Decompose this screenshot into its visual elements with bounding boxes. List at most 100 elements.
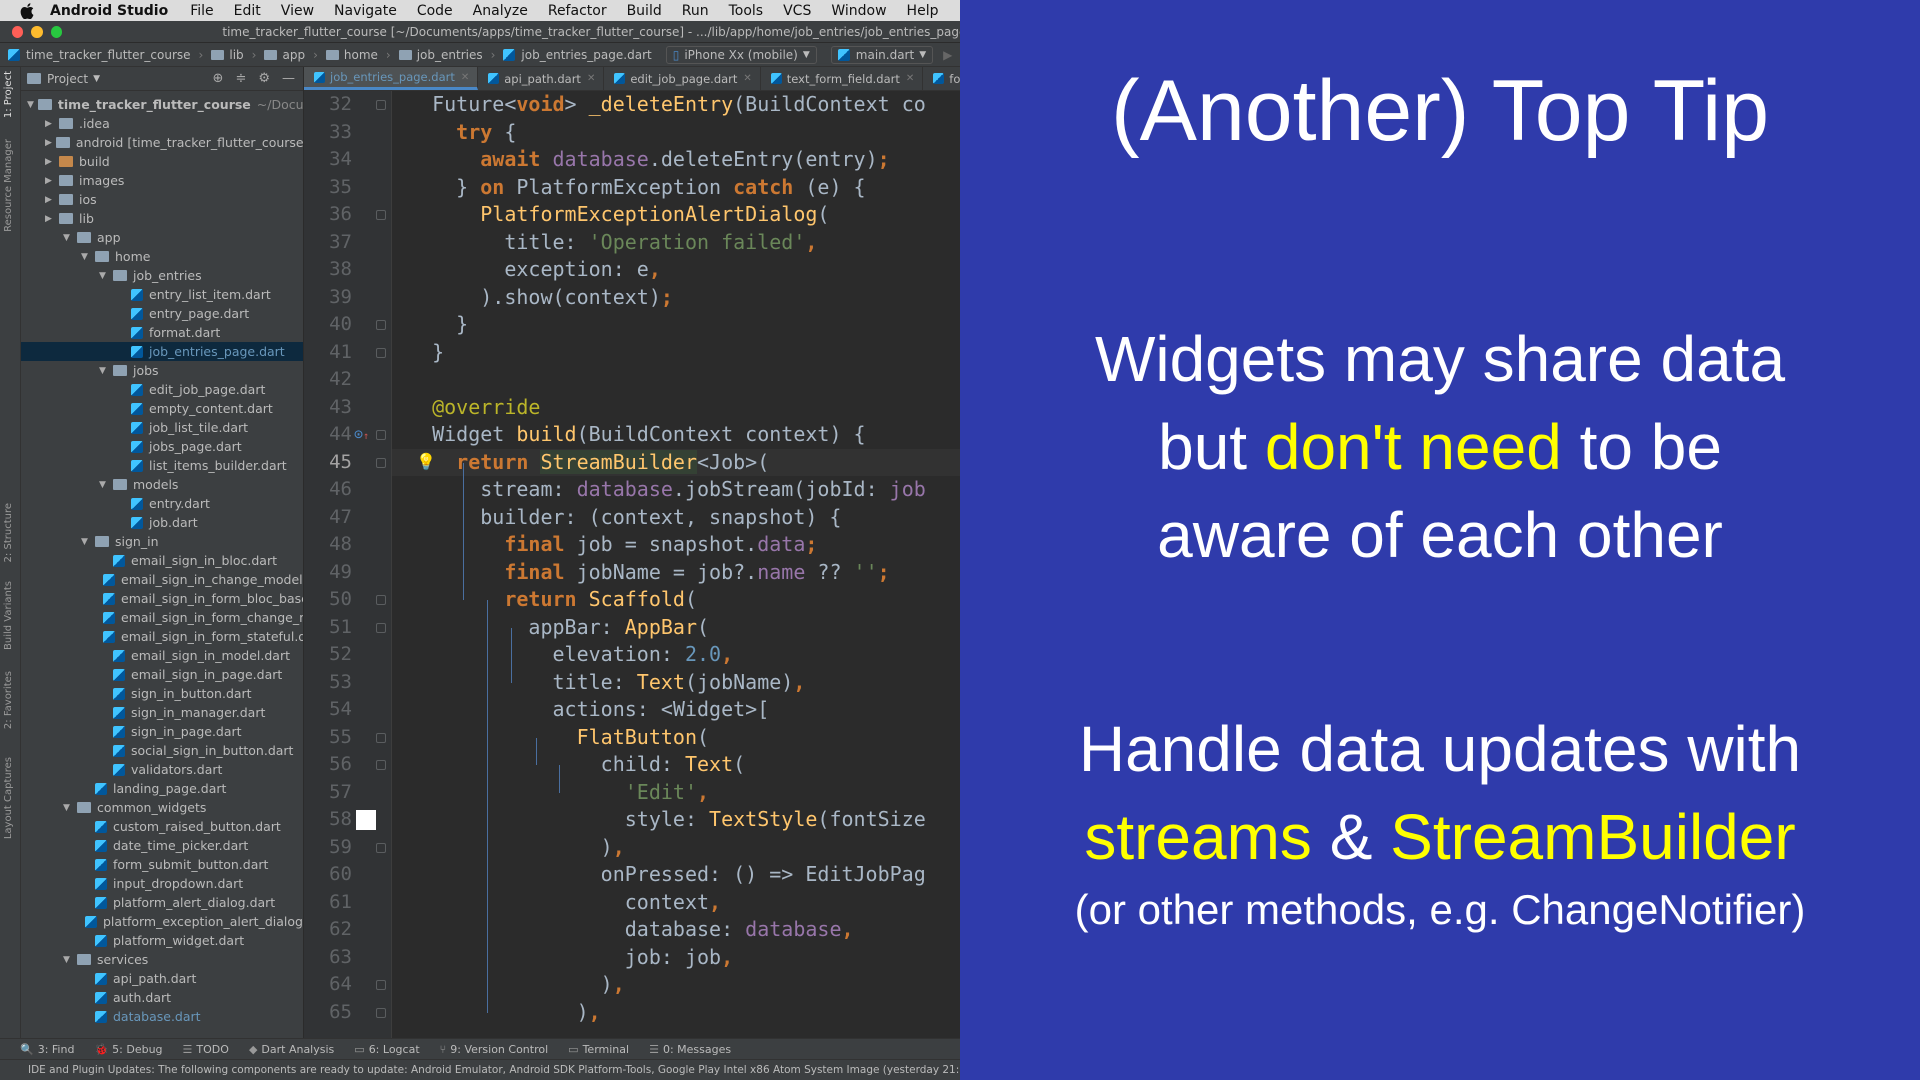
menu-view[interactable]: View <box>281 3 314 19</box>
locate-icon[interactable]: ⊕ <box>213 71 224 86</box>
editor-tab[interactable]: api_path.dart ✕ <box>478 67 605 90</box>
tool-window-button[interactable]: 🔍 3: Find <box>20 1043 74 1056</box>
file-item[interactable]: platform_exception_alert_dialog.dar <box>21 912 303 931</box>
file-item[interactable]: date_time_picker.dart <box>21 836 303 855</box>
folder-item[interactable]: ▶ lib <box>21 209 303 228</box>
fold-marker-icon[interactable] <box>376 320 386 330</box>
folder-item[interactable]: ▼ job_entries <box>21 266 303 285</box>
expand-arrow-icon[interactable]: ▼ <box>99 271 109 281</box>
folder-item[interactable]: ▶ images <box>21 171 303 190</box>
close-tab-icon[interactable]: ✕ <box>461 72 469 83</box>
file-item[interactable]: entry.dart <box>21 494 303 513</box>
folder-item[interactable]: ▶ build <box>21 152 303 171</box>
fold-marker-icon[interactable] <box>376 842 386 853</box>
folder-item[interactable]: ▶ android [time_tracker_flutter_course_a <box>21 133 303 152</box>
device-selector[interactable]: ▯ iPhone Xx (mobile) ▼ <box>665 45 817 64</box>
file-item[interactable]: email_sign_in_form_change_notif <box>21 608 303 627</box>
menu-code[interactable]: Code <box>417 3 453 19</box>
zoom-window-button[interactable] <box>50 25 63 38</box>
file-item[interactable]: email_sign_in_change_model.dart <box>21 570 303 589</box>
tool-tab-layout-captures[interactable]: Layout Captures <box>3 757 14 839</box>
tool-window-button[interactable]: ☰ TODO <box>183 1043 229 1056</box>
collapse-arrow-icon[interactable]: ▶ <box>45 138 52 148</box>
expand-arrow-icon[interactable]: ▼ <box>99 480 109 490</box>
folder-item[interactable]: ▼ sign_in <box>21 532 303 551</box>
file-item[interactable]: platform_widget.dart <box>21 931 303 950</box>
status-message[interactable]: IDE and Plugin Updates: The following co… <box>28 1064 960 1076</box>
expand-arrow-icon[interactable]: ▼ <box>63 233 73 243</box>
lightbulb-icon[interactable]: 💡 <box>416 452 436 471</box>
menu-help[interactable]: Help <box>907 3 939 19</box>
breadcrumb-home[interactable]: home › <box>325 48 391 62</box>
fold-marker-icon[interactable] <box>376 347 386 358</box>
close-tab-icon[interactable]: ✕ <box>587 73 595 84</box>
tool-tab-resource-manager[interactable]: Resource Manager <box>3 139 14 232</box>
file-item[interactable]: platform_alert_dialog.dart <box>21 893 303 912</box>
tool-window-button[interactable]: ⑂ 9: Version Control <box>440 1043 549 1056</box>
app-menu-android-studio[interactable]: Android Studio <box>50 3 168 19</box>
collapse-arrow-icon[interactable]: ▶ <box>45 157 55 167</box>
tool-window-button[interactable]: ▭ 6: Logcat <box>354 1043 419 1056</box>
fold-marker-icon[interactable] <box>376 100 386 110</box>
file-item[interactable]: validators.dart <box>21 760 303 779</box>
tool-tab-project[interactable]: 1: Project <box>3 71 14 118</box>
collapse-arrow-icon[interactable]: ▶ <box>45 195 55 205</box>
code-area[interactable]: 32 33 34 35 36 37 38 39 40 41 42 43 44 45 46 47 48 49 50 51… <box>304 91 960 1038</box>
menu-navigate[interactable]: Navigate <box>334 3 397 19</box>
file-item[interactable]: database.dart <box>21 1007 303 1026</box>
menu-refactor[interactable]: Refactor <box>548 3 607 19</box>
collapse-arrow-icon[interactable]: ▶ <box>45 214 55 224</box>
file-item[interactable]: email_sign_in_bloc.dart <box>21 551 303 570</box>
tool-tab-build-variants[interactable]: Build Variants <box>3 581 14 650</box>
tool-window-button[interactable]: 🐞 5: Debug <box>94 1043 162 1056</box>
override-marker-icon[interactable]: ⊙↑ <box>354 425 369 443</box>
breadcrumb-project[interactable]: time_tracker_flutter_course › <box>8 48 203 62</box>
tool-window-button[interactable]: ☰ 0: Messages <box>649 1043 731 1056</box>
close-tab-icon[interactable]: ✕ <box>906 73 914 84</box>
editor-tab[interactable]: job_entries_page.dart ✕ <box>304 67 479 90</box>
file-item[interactable]: sign_in_button.dart <box>21 684 303 703</box>
file-item[interactable]: job_entries_page.dart <box>21 342 303 361</box>
fold-marker-icon[interactable] <box>376 622 386 633</box>
breadcrumb-job-entries[interactable]: job_entries › <box>398 48 495 62</box>
close-window-button[interactable] <box>12 25 24 38</box>
file-item[interactable]: email_sign_in_model.dart <box>21 646 303 665</box>
file-item[interactable]: auth.dart <box>21 988 303 1007</box>
collapse-arrow-icon[interactable]: ▶ <box>45 176 55 186</box>
editor-tab[interactable]: edit_job_page.dart ✕ <box>604 67 761 90</box>
run-config-selector[interactable]: main.dart ▼ <box>830 45 934 64</box>
file-item[interactable]: email_sign_in_page.dart <box>21 665 303 684</box>
tool-tab-structure[interactable]: 2: Structure <box>3 503 14 562</box>
file-item[interactable]: entry_list_item.dart <box>21 285 303 304</box>
file-item[interactable]: edit_job_page.dart <box>21 380 303 399</box>
file-item[interactable]: sign_in_page.dart <box>21 722 303 741</box>
editor-tab[interactable]: text_form_field.dart ✕ <box>761 67 924 90</box>
tool-tab-favorites[interactable]: 2: Favorites <box>3 671 14 729</box>
expand-arrow-icon[interactable]: ▼ <box>63 955 73 965</box>
file-item[interactable]: entry_page.dart <box>21 304 303 323</box>
folder-item[interactable]: ▼ home <box>21 247 303 266</box>
menu-file[interactable]: File <box>190 3 213 19</box>
fold-marker-icon[interactable] <box>376 760 386 770</box>
fold-marker-icon[interactable] <box>376 980 386 990</box>
fold-marker-icon[interactable] <box>376 210 386 220</box>
file-item[interactable]: email_sign_in_form_stateful.dart <box>21 627 303 646</box>
hide-icon[interactable]: — <box>282 71 295 86</box>
gear-icon[interactable]: ⚙ <box>258 71 270 86</box>
folder-item[interactable]: ▶ .idea <box>21 114 303 133</box>
collapse-all-icon[interactable]: ≑ <box>235 71 246 86</box>
folder-item[interactable]: ▼ services <box>21 950 303 969</box>
breadcrumb-app[interactable]: app › <box>264 48 318 62</box>
file-item[interactable]: api_path.dart <box>21 969 303 988</box>
expand-arrow-icon[interactable]: ▼ <box>63 803 73 813</box>
editor-tab[interactable]: form.dart✕ <box>923 67 960 90</box>
file-item[interactable]: jobs_page.dart <box>21 437 303 456</box>
menu-edit[interactable]: Edit <box>234 3 261 19</box>
folder-item[interactable]: ▼ common_widgets <box>21 798 303 817</box>
tool-window-button[interactable]: ▭ Terminal <box>568 1043 629 1056</box>
file-item[interactable]: form_submit_button.dart <box>21 855 303 874</box>
color-preview-swatch[interactable] <box>356 810 376 830</box>
fold-marker-icon[interactable] <box>376 1007 386 1018</box>
menu-build[interactable]: Build <box>627 3 662 19</box>
file-item[interactable]: job.dart <box>21 513 303 532</box>
